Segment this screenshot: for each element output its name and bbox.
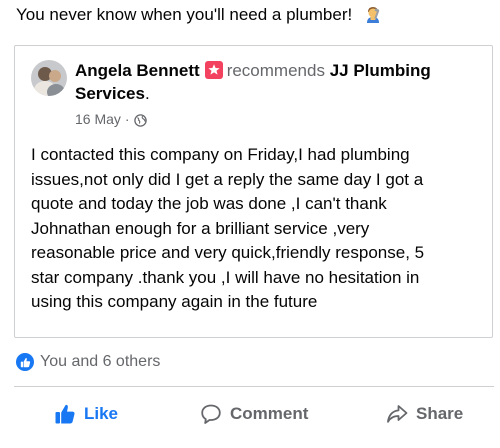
- like-reaction-icon: [16, 353, 34, 371]
- recommendation-line: quote and today the job was done ,I can'…: [31, 194, 387, 213]
- recommendation-text: I contacted this company on Friday,I had…: [31, 143, 486, 315]
- reactions-count[interactable]: You and 6 others: [40, 353, 160, 371]
- post-text: You never know when you'll need a plumbe…: [16, 5, 353, 24]
- share-label: Share: [416, 404, 464, 423]
- like-button[interactable]: Like: [54, 400, 118, 428]
- share-icon: [387, 405, 408, 423]
- recommendation-line: reasonable price and very quick,friendly…: [31, 243, 425, 262]
- like-label: Like: [84, 404, 119, 423]
- thumbs-up-icon: [55, 404, 75, 424]
- comment-label: Comment: [230, 404, 309, 423]
- author-name[interactable]: Angela Bennett: [75, 61, 200, 80]
- recommendation-line: issues,not only did I get a reply the sa…: [31, 169, 424, 189]
- globe-icon: [133, 113, 147, 127]
- recommendation-line: star company .thank you ,I will have no …: [31, 267, 420, 287]
- post-date[interactable]: 16 May: [75, 110, 121, 128]
- comment-icon: [201, 404, 221, 424]
- recommendation-meta: 16 May ·: [75, 110, 147, 128]
- comment-button[interactable]: Comment: [200, 400, 308, 428]
- share-button[interactable]: Share: [386, 400, 463, 428]
- plumber-emoji-icon: [363, 4, 383, 24]
- recommendation-card[interactable]: Angela Bennett recommends JJ Plumbing Ser…: [14, 45, 493, 338]
- recommendation-line: using this company again in the future: [31, 292, 318, 311]
- recommend-badge-icon: [204, 61, 223, 79]
- divider: [14, 386, 494, 387]
- recommendation-line: Johnathan enough for a brilliant service…: [31, 218, 370, 238]
- avatar[interactable]: [31, 60, 67, 96]
- reactions-summary[interactable]: You and 6 others: [16, 353, 160, 371]
- post-text-line: You never know when you'll need a plumbe…: [16, 4, 383, 26]
- recommendation-header: Angela Bennett recommends JJ Plumbing Ser…: [75, 59, 475, 105]
- meta-separator: ·: [124, 111, 130, 127]
- page-name-suffix: .: [144, 84, 150, 103]
- recommendation-line: I contacted this company on Friday,I had…: [31, 145, 410, 164]
- post: You never know when you'll need a plumbe…: [0, 0, 500, 448]
- recommends-label: recommends: [226, 61, 325, 80]
